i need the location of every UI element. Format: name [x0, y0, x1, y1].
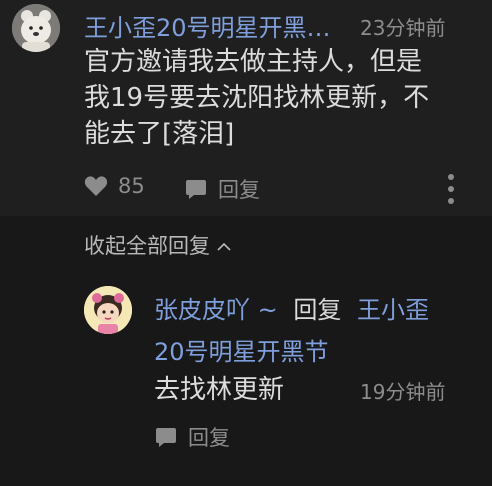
reply-reply-button[interactable]: 回复 — [154, 422, 230, 452]
bear-avatar-icon — [12, 4, 60, 52]
avatar[interactable] — [12, 4, 60, 52]
heart-icon — [84, 176, 108, 196]
comment-text: 官方邀请我去做主持人，但是 我19号要去沈阳找林更新，不 能去了[落泪] — [84, 44, 429, 152]
reply-time: 19分钟前 — [360, 380, 446, 404]
reply-header: 张皮皮吖 ~ 回复 王小歪 — [154, 290, 429, 325]
comment-text-line: 我19号要去沈阳找林更新，不 — [84, 83, 430, 113]
comment-text-line: 官方邀请我去做主持人，但是 — [84, 47, 423, 77]
comment-text-line: 能去了[落泪] — [84, 119, 235, 149]
reply-avatar[interactable] — [84, 286, 132, 334]
comment-username[interactable]: 王小歪20号明星开黑… — [84, 8, 331, 43]
more-options-icon[interactable] — [445, 172, 457, 206]
like-count: 85 — [118, 174, 145, 198]
reply-target-username-cont[interactable]: 20号明星开黑节 — [154, 332, 329, 367]
comment-time: 23分钟前 — [360, 16, 446, 40]
cartoon-girl-avatar-icon — [84, 286, 132, 334]
collapse-replies-button[interactable]: 收起全部回复 — [84, 230, 231, 260]
reply-label: 回复 — [218, 178, 260, 202]
reply-label: 回复 — [188, 426, 230, 450]
like-button[interactable]: 85 — [84, 174, 145, 198]
reply-target-username[interactable]: 王小歪 — [357, 296, 429, 324]
reply-username[interactable]: 张皮皮吖 ~ — [154, 296, 278, 324]
reply-text: 去找林更新 — [154, 375, 285, 405]
reply-button[interactable]: 回复 — [184, 174, 260, 204]
chevron-up-icon — [217, 242, 231, 251]
comment-bubble-icon — [186, 180, 206, 199]
comment-bubble-icon — [156, 428, 176, 447]
reply-word: 回复 — [293, 296, 342, 324]
collapse-label: 收起全部回复 — [84, 234, 210, 258]
